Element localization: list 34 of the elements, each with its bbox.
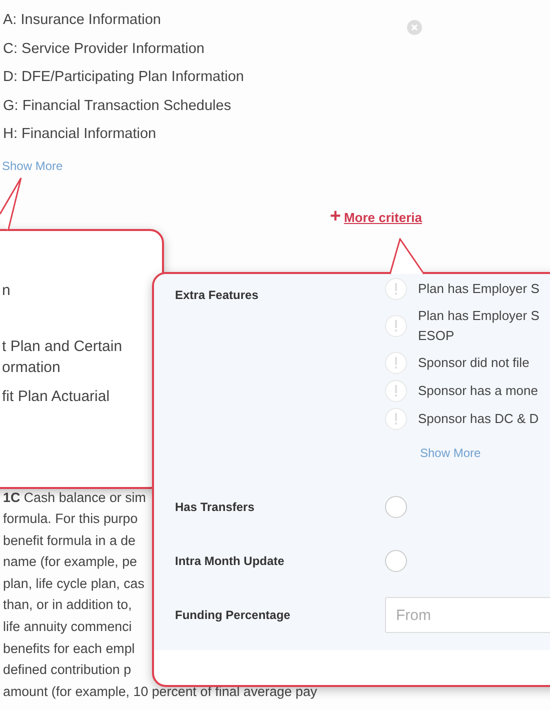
paragraph-line: life annuity commenci <box>3 618 132 636</box>
option-label: Sponsor has DC & D <box>418 410 539 428</box>
paragraph-line: amount (for example, 10 percent of final average pay <box>3 682 318 701</box>
paragraph-line: defined contribution p <box>3 661 132 680</box>
field-label: Intra Month Update <box>175 554 284 568</box>
radio-button[interactable] <box>385 496 407 518</box>
paragraph-line: formula. For this purpo <box>3 510 138 528</box>
paragraph-line: name (for example, pe <box>3 553 137 572</box>
paragraph-line: benefits for each empl <box>3 640 135 658</box>
input-field[interactable]: From <box>385 597 550 633</box>
close-icon[interactable] <box>407 20 422 35</box>
paragraph-line: than, or in addition to, <box>3 596 132 614</box>
more-criteria-link[interactable]: +More criteria <box>330 210 422 224</box>
paragraph-line: 1C Cash balance or sim <box>3 488 146 506</box>
schedule-item: G: Financial Transaction Schedules <box>3 96 232 116</box>
option-label: Plan has Employer S <box>418 280 540 298</box>
list-item: t Plan and Certain ormation <box>2 337 122 378</box>
option-label: Sponsor did not file <box>418 354 530 372</box>
list-item: fit Plan Actuarial <box>2 387 110 407</box>
schedule-item: H: Financial Information <box>3 125 156 144</box>
field-label: Extra Features <box>175 287 258 302</box>
radio-button[interactable] <box>385 550 407 572</box>
schedule-item: C: Service Provider Information <box>3 40 204 58</box>
field-label: Has Transfers <box>175 500 254 514</box>
option-label: Sponsor has a mone <box>418 382 538 400</box>
show-more-link[interactable]: Show More <box>420 446 481 460</box>
schedule-item: A: Insurance Information <box>3 11 161 30</box>
paragraph-line: plan, life cycle plan, cas <box>3 574 144 593</box>
list-item: n <box>2 281 10 301</box>
show-more-link[interactable]: Show More <box>2 158 63 172</box>
field-label: Funding Percentage <box>175 608 290 622</box>
option-label: Plan has Employer S ESOP <box>418 307 540 345</box>
paragraph-line: benefit formula in a de <box>3 532 136 550</box>
schedule-item: D: DFE/Participating Plan Information <box>3 68 244 87</box>
